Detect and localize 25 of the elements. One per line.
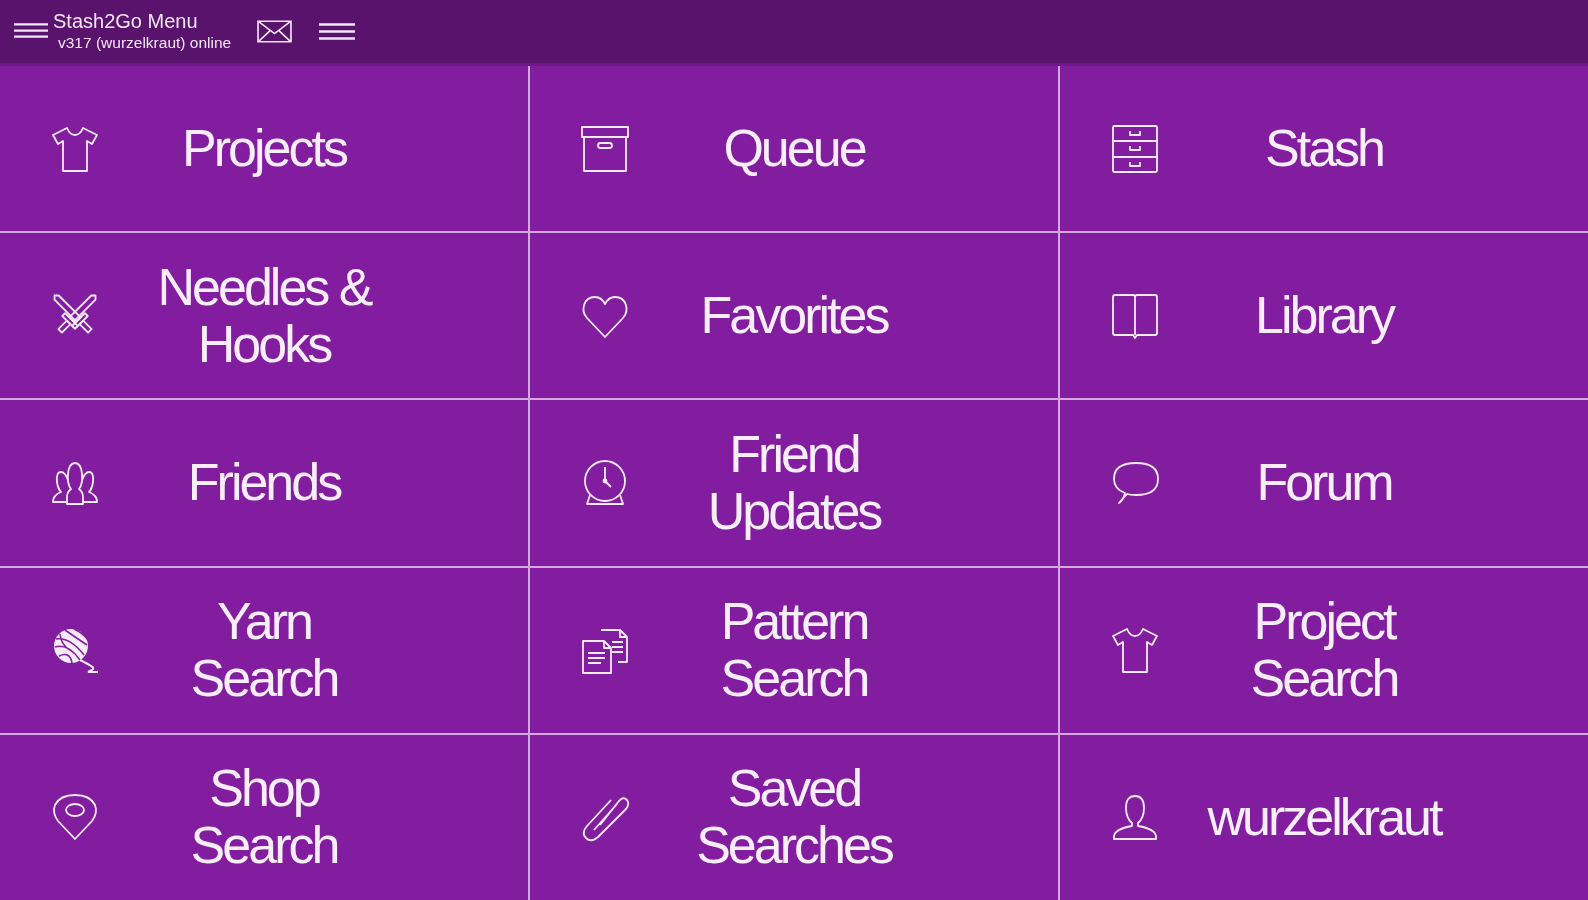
person-icon [1110, 792, 1160, 843]
menu-tile[interactable]: wurzelkraut [1060, 734, 1588, 900]
menu-icon[interactable] [319, 23, 356, 40]
drawers-icon [1110, 123, 1160, 174]
box-icon [580, 123, 630, 174]
menu-tile[interactable]: Shop Search [0, 734, 528, 900]
menu-tile[interactable]: Favorites [530, 233, 1058, 399]
menu-tile[interactable]: Projects [0, 66, 528, 232]
menu-tile[interactable]: Friend Updates [530, 400, 1058, 566]
menu-tile[interactable]: Library [1060, 233, 1588, 399]
menu-tile[interactable]: Forum [1060, 400, 1588, 566]
menu-tile[interactable]: Needles & Hooks [0, 233, 528, 399]
menu-tile[interactable]: Yarn Search [0, 567, 528, 733]
mail-icon[interactable] [257, 20, 293, 43]
menu-icon[interactable] [14, 23, 48, 38]
menu-tile[interactable]: Pattern Search [530, 567, 1058, 733]
menu-tile[interactable]: Stash [1060, 66, 1588, 232]
app-title: Stash2Go Menu [53, 10, 199, 33]
menu-tile[interactable]: Project Search [1060, 567, 1588, 733]
menu-tile[interactable]: Friends [0, 400, 528, 566]
location-pin-icon [50, 792, 100, 843]
menu-tile[interactable]: Saved Searches [530, 734, 1058, 900]
menu-tile[interactable]: Queue [530, 66, 1058, 232]
shirt-icon [1110, 625, 1160, 676]
version-status: v317 (wurzelkraut) online [58, 33, 232, 53]
